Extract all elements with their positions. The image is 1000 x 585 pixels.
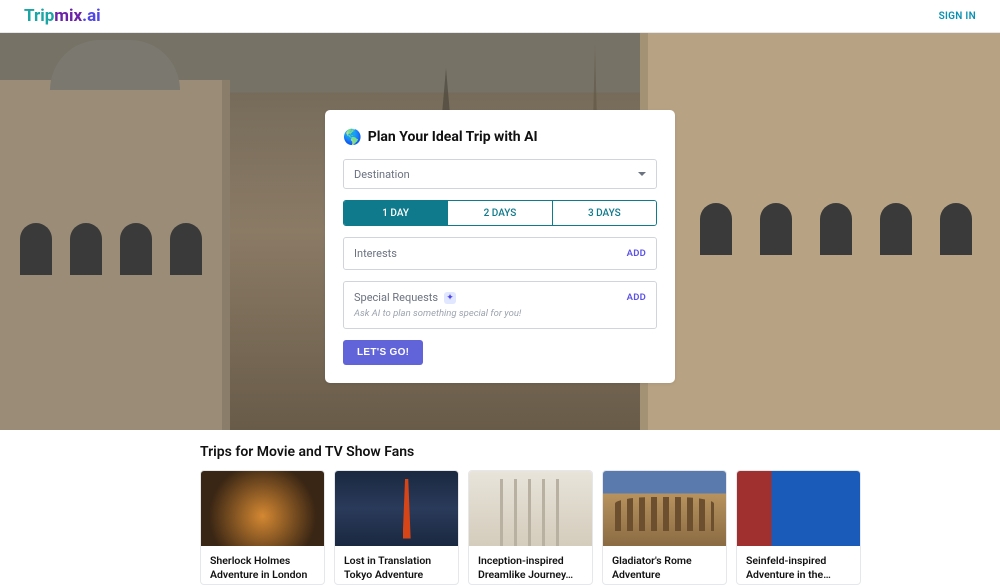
trip-card[interactable]: Sherlock Holmes Adventure in London [200,470,325,585]
lets-go-button[interactable]: LET'S GO! [343,340,423,365]
trip-card[interactable]: Inception-inspired Dreamlike Journey… [468,470,593,585]
special-requests-add-button[interactable]: ADD [627,292,646,303]
day-option-2[interactable]: 2 DAYS [447,201,551,225]
special-requests-label: Special Requests ✦ [354,291,456,304]
logo-part-mix: mix [54,6,82,26]
trip-card[interactable]: Lost in Translation Tokyo Adventure [334,470,459,585]
trip-thumbnail [603,471,726,546]
destination-select[interactable]: Destination [343,159,657,189]
card-title-text: Plan Your Ideal Trip with AI [368,129,538,145]
trip-title: Lost in Translation Tokyo Adventure [335,546,458,584]
card-title: 🌎 Plan Your Ideal Trip with AI [343,128,657,146]
globe-icon: 🌎 [343,128,362,146]
plan-trip-card: 🌎 Plan Your Ideal Trip with AI Destinati… [325,110,675,383]
interests-add-button[interactable]: ADD [627,248,646,259]
special-requests-helper: Ask AI to plan something special for you… [354,308,646,319]
hero: 🌎 Plan Your Ideal Trip with AI Destinati… [0,33,1000,430]
trips-section: Trips for Movie and TV Show Fans Sherloc… [0,430,1000,585]
trip-thumbnail [737,471,860,546]
header: Tripmix.ai SIGN IN [0,0,1000,33]
day-option-1[interactable]: 1 DAY [344,201,447,225]
trip-title: Inception-inspired Dreamlike Journey… [469,546,592,584]
special-requests-section: Special Requests ✦ ADD Ask AI to plan so… [343,281,657,329]
destination-placeholder: Destination [354,168,410,181]
trips-row: Sherlock Holmes Adventure in London Lost… [200,470,800,585]
trip-title: Seinfeld-inspired Adventure in the… [737,546,860,584]
sparkle-icon: ✦ [444,292,456,304]
trip-thumbnail [335,471,458,546]
chevron-down-icon [638,172,646,176]
trips-title: Trips for Movie and TV Show Fans [200,444,800,460]
day-option-3[interactable]: 3 DAYS [552,201,656,225]
trip-card[interactable]: Seinfeld-inspired Adventure in the… [736,470,861,585]
logo[interactable]: Tripmix.ai [24,6,101,26]
interests-section: Interests ADD [343,237,657,270]
logo-part-ai: .ai [82,6,101,26]
interests-label: Interests [354,247,397,260]
logo-part-trip: Trip [24,6,54,26]
trip-thumbnail [201,471,324,546]
trip-card[interactable]: Gladiator's Rome Adventure [602,470,727,585]
trip-title: Gladiator's Rome Adventure [603,546,726,584]
trip-thumbnail [469,471,592,546]
days-toggle: 1 DAY 2 DAYS 3 DAYS [343,200,657,226]
trip-title: Sherlock Holmes Adventure in London [201,546,324,584]
signin-link[interactable]: SIGN IN [939,11,976,22]
